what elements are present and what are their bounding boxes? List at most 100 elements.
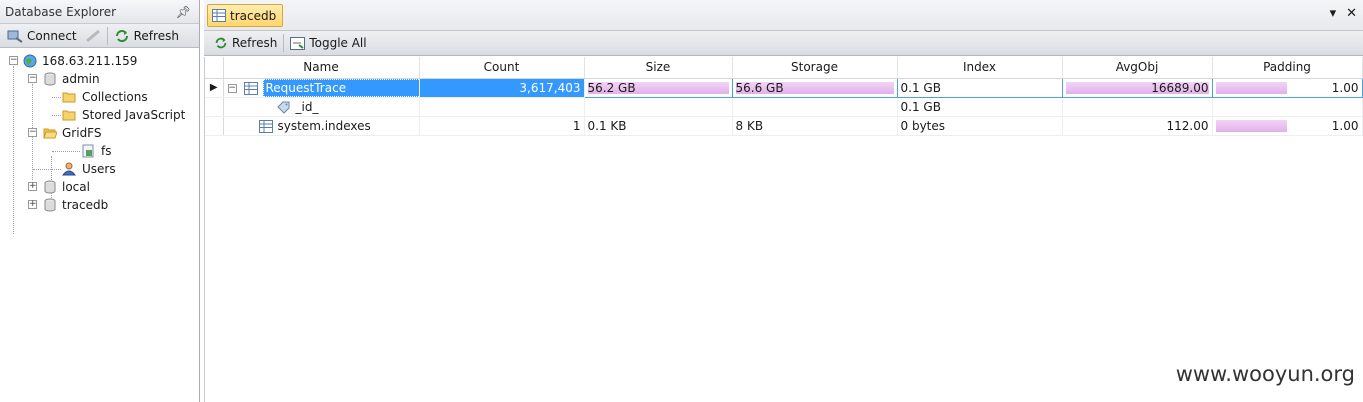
stored-javascript-label: Stored JavaScript: [82, 108, 186, 122]
database-label: local: [62, 180, 90, 194]
padding-value: 1.00: [1331, 118, 1359, 133]
toggle-all-button[interactable]: Toggle All: [286, 33, 370, 53]
table-icon: [212, 9, 226, 22]
close-icon[interactable]: ✕: [1346, 6, 1357, 21]
toggle-all-icon: [290, 36, 306, 50]
padding-bar: [1215, 81, 1287, 94]
padding-cell[interactable]: [1212, 97, 1363, 117]
tree-node-tracedb[interactable]: + tracedb: [0, 196, 199, 214]
row-header: [205, 116, 224, 136]
tree-node-collections[interactable]: Collections: [0, 88, 199, 106]
column-header[interactable]: AvgObj: [1062, 57, 1213, 79]
column-header[interactable]: Name: [223, 57, 420, 79]
name-cell[interactable]: system.indexes: [223, 116, 420, 136]
current-row-indicator: ▶: [205, 78, 224, 98]
column-header[interactable]: Count: [419, 57, 585, 79]
tree-connector: [33, 169, 61, 170]
column-header[interactable]: Padding: [1212, 57, 1363, 79]
database-label: admin: [62, 72, 100, 86]
connect-label: Connect: [27, 28, 77, 43]
storage-cell[interactable]: [732, 97, 898, 117]
avgobj-cell[interactable]: 16689.00: [1061, 77, 1213, 98]
padding-cell[interactable]: 1.00: [1211, 77, 1363, 98]
disconnect-button[interactable]: [81, 26, 105, 46]
tree-node-fs[interactable]: fs: [0, 142, 199, 160]
index-name: _id_: [295, 99, 319, 114]
tree-node-stored-javascript[interactable]: Stored JavaScript: [0, 106, 199, 124]
refresh-button[interactable]: Refresh: [110, 26, 183, 46]
server-tree: − 168.63.211.159 − admin Collections Sto…: [0, 48, 199, 234]
storage-cell[interactable]: 56.6 GB: [731, 77, 898, 98]
tree-node-gridfs[interactable]: − GridFS: [0, 124, 199, 142]
padding-cell[interactable]: 1.00: [1212, 116, 1363, 136]
column-header[interactable]: Storage: [732, 57, 898, 79]
index-cell[interactable]: 0 bytes: [897, 116, 1063, 136]
tree-node-admin[interactable]: − admin: [0, 70, 199, 88]
tab-label: tracedb: [230, 8, 277, 23]
refresh-button[interactable]: Refresh: [210, 33, 281, 53]
database-label: tracedb: [62, 198, 109, 212]
avgobj-cell[interactable]: 112.00: [1062, 116, 1213, 136]
database-icon: [44, 180, 56, 194]
storage-value: 56.6 GB: [735, 80, 784, 95]
collection-table-icon: [243, 81, 258, 95]
panel-title-bar: Database Explorer 📌︎: [0, 0, 199, 24]
toolbar-separator: [106, 26, 108, 45]
collection-name: RequestTrace: [262, 78, 418, 96]
index-cell[interactable]: 0.1 GB: [896, 77, 1063, 98]
file-bucket-icon: [82, 144, 94, 158]
count-cell[interactable]: [419, 97, 585, 117]
index-cell[interactable]: 0.1 GB: [897, 97, 1063, 117]
count-cell[interactable]: 3,617,403: [419, 78, 585, 98]
tree-connector: [52, 97, 61, 98]
table-row[interactable]: _id_ 0.1 GB: [205, 97, 1363, 117]
database-icon: [44, 198, 56, 212]
name-cell[interactable]: − RequestTrace: [223, 78, 420, 98]
padding-value: 1.00: [1331, 80, 1359, 95]
name-cell[interactable]: _id_: [223, 97, 420, 117]
size-cell[interactable]: 56.2 GB: [583, 77, 733, 98]
panel-title: Database Explorer: [5, 5, 117, 19]
collections-table: Name Count Size Storage Index AvgObj Pad…: [205, 57, 1363, 136]
avgobj-cell[interactable]: [1062, 97, 1213, 117]
collections-grid: Name Count Size Storage Index AvgObj Pad…: [204, 57, 1363, 402]
refresh-label: Refresh: [133, 28, 179, 43]
expand-toggle[interactable]: +: [28, 182, 37, 191]
collapse-toggle[interactable]: −: [227, 83, 237, 93]
tree-node-server[interactable]: − 168.63.211.159: [0, 52, 199, 70]
user-icon: [62, 162, 76, 176]
folder-icon: [62, 92, 76, 103]
connect-icon: [7, 30, 23, 43]
size-cell[interactable]: [584, 97, 733, 117]
dropdown-icon[interactable]: ▾: [1330, 6, 1337, 21]
collapse-toggle[interactable]: −: [28, 128, 37, 137]
tree-connector: [52, 151, 80, 152]
count-cell[interactable]: 1: [419, 116, 585, 136]
gridfs-label: GridFS: [62, 126, 102, 140]
column-header[interactable]: Index: [897, 57, 1063, 79]
database-explorer-panel: Database Explorer 📌︎ Connect Refresh − 1…: [0, 0, 200, 402]
tab-controls: ▾ ✕: [1330, 6, 1357, 21]
table-row[interactable]: system.indexes 1 0.1 KB 8 KB 0 bytes 112…: [205, 116, 1363, 136]
document-tab-bar: tracedb ▾ ✕: [204, 0, 1363, 31]
tree-node-local[interactable]: + local: [0, 178, 199, 196]
toolbar-separator: [283, 34, 285, 52]
refresh-label: Refresh: [232, 36, 278, 50]
collections-label: Collections: [82, 90, 148, 104]
pin-icon[interactable]: 📌︎: [176, 0, 191, 24]
table-row[interactable]: ▶ − RequestTrace 3,617,403 56.2 GB 56.6 …: [205, 77, 1363, 98]
collection-view-panel: tracedb ▾ ✕ Refresh Toggle All Name Coun…: [204, 0, 1363, 402]
refresh-icon: [215, 37, 227, 49]
avgobj-value: 16689.00: [1151, 80, 1209, 95]
size-cell[interactable]: 0.1 KB: [584, 116, 733, 136]
column-header[interactable]: Size: [584, 57, 733, 79]
connect-button[interactable]: Connect: [3, 26, 81, 46]
collapse-toggle[interactable]: −: [9, 56, 18, 65]
folder-icon: [62, 110, 76, 121]
tree-node-users[interactable]: Users: [0, 160, 199, 178]
tab-tracedb[interactable]: tracedb: [207, 4, 284, 27]
row-header: [205, 97, 224, 117]
collapse-toggle[interactable]: −: [28, 74, 37, 83]
storage-cell[interactable]: 8 KB: [732, 116, 898, 136]
expand-toggle[interactable]: +: [28, 200, 37, 209]
